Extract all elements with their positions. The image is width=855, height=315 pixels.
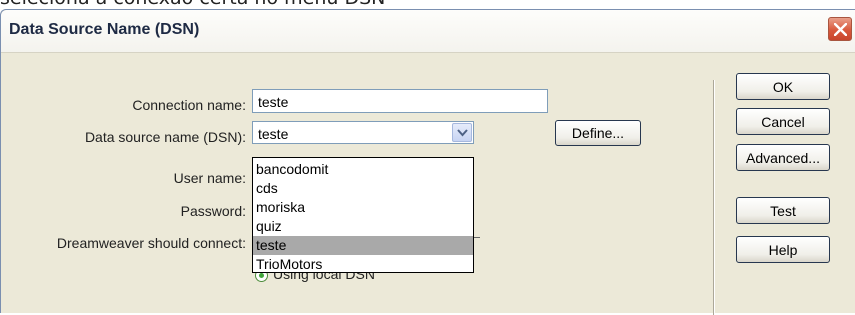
title-bar[interactable]: Data Source Name (DSN) [1, 10, 855, 53]
dsn-dropdown-list[interactable]: bancodomit cds moriska quiz teste TrioMo… [252, 157, 474, 273]
dsn-option[interactable]: moriska [253, 198, 473, 217]
connect-label: Dreamweaver should connect: [56, 235, 246, 251]
connection-name-label: Connection name: [132, 97, 246, 113]
button-separator [713, 80, 715, 315]
dsn-dialog: Data Source Name (DSN) Connection name: … [0, 9, 855, 315]
test-button[interactable]: Test [736, 197, 830, 224]
close-button[interactable] [828, 17, 852, 41]
dsn-select-value: teste [258, 126, 289, 142]
dialog-body: Connection name: teste Data source name … [1, 53, 855, 315]
dsn-dropdown-button[interactable] [452, 123, 472, 142]
advanced-button[interactable]: Advanced... [736, 144, 830, 171]
dsn-option[interactable]: quiz [253, 217, 473, 236]
radio-group-edge [473, 237, 480, 238]
dsn-select[interactable]: teste [252, 121, 474, 144]
close-icon [834, 23, 847, 36]
dsn-option-selected[interactable]: teste [253, 236, 473, 255]
cancel-button[interactable]: Cancel [736, 108, 830, 135]
ok-button[interactable]: OK [736, 73, 830, 100]
help-button[interactable]: Help [736, 236, 830, 263]
define-button[interactable]: Define... [555, 120, 641, 146]
dialog-title: Data Source Name (DSN) [9, 21, 200, 38]
user-name-label: User name: [173, 170, 246, 186]
chevron-down-icon [457, 129, 468, 137]
dsn-option[interactable]: bancodomit [253, 160, 473, 179]
password-label: Password: [180, 203, 246, 219]
dsn-label: Data source name (DSN): [84, 129, 246, 145]
dsn-option[interactable]: TrioMotors [253, 255, 473, 274]
dsn-option[interactable]: cds [253, 179, 473, 198]
connection-name-input[interactable]: teste [252, 89, 548, 113]
